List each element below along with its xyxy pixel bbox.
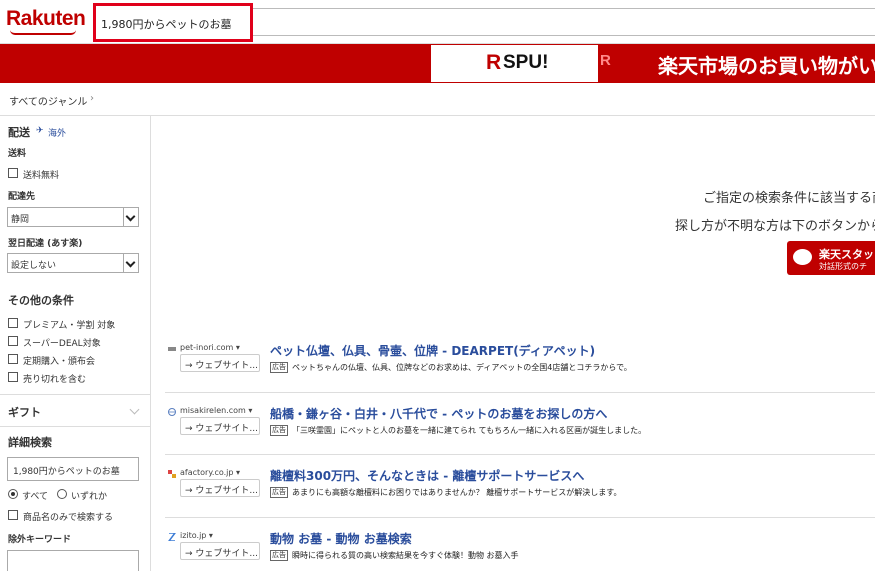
- super-deal-label: スーパーDEAL対象: [23, 339, 101, 349]
- delivery-title: 配送: [8, 126, 30, 139]
- ad-domain[interactable]: afactory.co.jp ▾: [180, 468, 240, 477]
- search-bar-extension[interactable]: [253, 8, 875, 36]
- website-button-label: → ウェブサイト...: [185, 486, 258, 496]
- other-conditions-title: その他の条件: [8, 294, 74, 307]
- ad-description: 瞬時に得られる質の高い検索結果を今すぐ体験！動物 お墓入手: [292, 551, 519, 560]
- next-day-value: 設定しない: [11, 261, 57, 271]
- ad-badge: 広告: [270, 362, 288, 373]
- filter-sidebar: 配送 ✈ 海外 送料 送料無料 配達先 静岡 翌日配達 (あす楽) 設定しない …: [0, 116, 151, 571]
- match-all-label: すべて: [22, 492, 49, 502]
- ad-result: afactory.co.jp ▾ → ウェブサイト... 離檀料300万円、そん…: [165, 467, 875, 505]
- favicon-icon: [168, 470, 176, 478]
- ad-title-link[interactable]: 船橋・鎌ヶ谷・白井・八千代で - ペットのお墓をお探しの方へ: [270, 405, 607, 422]
- name-only-label: 商品名のみで検索する: [23, 513, 114, 523]
- favicon-icon: [168, 347, 176, 351]
- website-button-label: → ウェブサイト...: [185, 361, 258, 371]
- website-button-label: → ウェブサイト...: [185, 549, 258, 559]
- search-input[interactable]: [101, 15, 246, 33]
- website-button[interactable]: → ウェブサイト...: [180, 417, 260, 435]
- ad-result: misakirelen.com ▾ → ウェブサイト... 船橋・鎌ヶ谷・白井・…: [165, 405, 875, 443]
- website-button-label: → ウェブサイト...: [185, 424, 258, 434]
- free-shipping-checkbox[interactable]: [8, 168, 18, 178]
- spu-label: SPU!: [503, 52, 549, 73]
- no-result-message: ご指定の検索条件に該当する商: [703, 191, 875, 206]
- spu-banner[interactable]: R SPU!: [431, 45, 598, 82]
- destination-label: 配達先: [8, 192, 36, 202]
- ad-badge: 広告: [270, 425, 288, 436]
- website-button[interactable]: → ウェブサイト...: [180, 354, 260, 372]
- globe-icon: [168, 408, 176, 416]
- advanced-search-title: 詳細検索: [8, 436, 52, 449]
- staff-button-sublabel: 対話形式のチ: [819, 262, 867, 271]
- gift-section-toggle[interactable]: ギフト: [8, 404, 41, 420]
- destination-value: 静岡: [11, 215, 30, 225]
- keyword-input[interactable]: 1,980円からペットのお墓: [7, 457, 139, 481]
- rakuten-staff-chat-button[interactable]: 楽天スタッフ 対話形式のチ: [787, 241, 875, 275]
- exclude-keyword-label: 除外キーワード: [8, 535, 72, 545]
- ad-domain[interactable]: pet-inori.com ▾: [180, 343, 240, 352]
- free-shipping-label: 送料無料: [23, 171, 60, 181]
- match-all-radio[interactable]: [8, 489, 18, 499]
- next-day-label: 翌日配達 (あす楽): [8, 239, 83, 249]
- premium-label: プレミアム・学割 対象: [23, 321, 116, 331]
- subscription-label: 定期購入・頒布会: [23, 357, 96, 367]
- favicon-icon: [168, 533, 176, 541]
- ad-description: 「三咲霊園」にペットと人のお墓を一緒に建てられ てもちろん一緒に入れる区画が誕生…: [292, 426, 647, 435]
- ad-title-link[interactable]: 離檀料300万円、そんなときは - 離檀サポートサービスへ: [270, 467, 584, 484]
- ad-badge: 広告: [270, 550, 288, 561]
- ad-divider: [165, 392, 875, 393]
- divider: [0, 394, 150, 395]
- ad-divider: [165, 454, 875, 455]
- ad-domain[interactable]: misakirelen.com ▾: [180, 406, 252, 415]
- website-button[interactable]: → ウェブサイト...: [180, 479, 260, 497]
- chevron-down-icon: [129, 404, 140, 415]
- chevron-right-icon: ›: [90, 93, 94, 104]
- header: Rakuten: [0, 0, 875, 44]
- keyword-value: 1,980円からペットのお墓: [13, 467, 120, 477]
- sold-out-checkbox[interactable]: [8, 372, 18, 382]
- rakuten-r-icon: R: [486, 51, 502, 74]
- logo-swoosh: [10, 30, 76, 35]
- ad-domain[interactable]: izito.jp ▾: [180, 531, 213, 540]
- no-result-help: 探し方が不明な方は下のボタンから: [675, 219, 875, 234]
- chevron-down-icon: [123, 254, 138, 272]
- subscription-checkbox[interactable]: [8, 354, 18, 364]
- name-only-checkbox[interactable]: [8, 510, 18, 520]
- overseas-link[interactable]: 海外: [48, 126, 66, 139]
- divider: [0, 426, 150, 427]
- ad-description: ペットちゃんの仏壇、仏具、位牌などのお求めは、ディアペットの全国4店舗とコチラか…: [292, 363, 632, 372]
- rakuten-logo[interactable]: Rakuten: [6, 7, 86, 31]
- ad-title-link[interactable]: 動物 お墓 - 動物 お墓検索: [270, 530, 412, 547]
- chevron-down-icon: [123, 208, 138, 226]
- shipping-label: 送料: [8, 149, 27, 159]
- next-day-select[interactable]: 設定しない: [7, 253, 139, 273]
- chat-bubble-icon: [793, 249, 812, 265]
- ad-description: あまりにも高額な離檀料にお困りではありませんか？ 離檀サポートサービスが解決しま…: [292, 488, 622, 497]
- exclude-keyword-input[interactable]: [7, 550, 139, 571]
- destination-select[interactable]: 静岡: [7, 207, 139, 227]
- match-any-radio[interactable]: [57, 489, 67, 499]
- match-any-label: いずれか: [71, 492, 108, 502]
- search-box[interactable]: [93, 3, 253, 42]
- airplane-icon: ✈: [36, 126, 44, 136]
- staff-button-label: 楽天スタッフ: [819, 248, 875, 261]
- promo-banner[interactable]: R SPU! R 楽天市場のお買い物がい: [0, 44, 875, 83]
- ad-result: pet-inori.com ▾ → ウェブサイト... ペット仏壇、仏具、骨壷、…: [165, 342, 875, 380]
- breadcrumb-all-genres[interactable]: すべてのジャンル: [9, 93, 87, 108]
- ad-result: izito.jp ▾ → ウェブサイト... 動物 お墓 - 動物 お墓検索 広…: [165, 530, 875, 568]
- ad-badge: 広告: [270, 487, 288, 498]
- website-button[interactable]: → ウェブサイト...: [180, 542, 260, 560]
- ad-divider: [165, 517, 875, 518]
- rakuten-r-mini-icon: R: [600, 52, 611, 69]
- sold-out-label: 売り切れを含む: [23, 375, 87, 385]
- super-deal-checkbox[interactable]: [8, 336, 18, 346]
- ad-title-link[interactable]: ペット仏壇、仏具、骨壷、位牌 - DEARPET(ディアペット): [270, 342, 595, 359]
- premium-checkbox[interactable]: [8, 318, 18, 328]
- breadcrumb: すべてのジャンル ›: [0, 83, 875, 116]
- banner-headline: 楽天市場のお買い物がい: [658, 54, 875, 78]
